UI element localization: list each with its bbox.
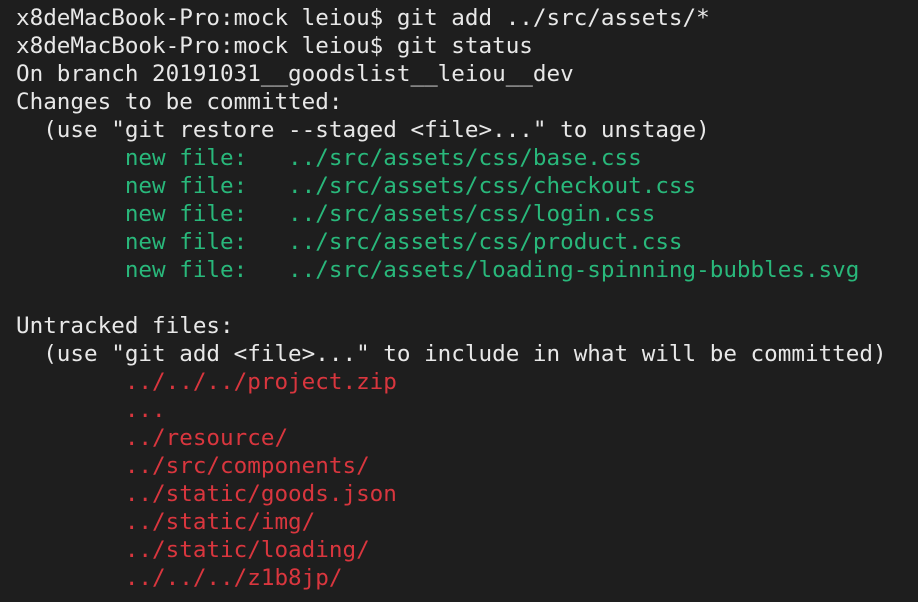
untracked-file-line: ... <box>16 397 166 423</box>
untracked-file-line: ../../../z1b8jp/ <box>16 565 343 591</box>
terminal-window[interactable]: x8deMacBook-Pro:mock leiou$ git add ../s… <box>0 0 918 602</box>
command-line: x8deMacBook-Pro:mock leiou$ git status <box>16 33 533 59</box>
untracked-file-line: ../../../project.zip <box>16 369 397 395</box>
untracked-file-line: ../static/img/ <box>16 509 316 535</box>
staged-file-line: new file: ../src/assets/css/base.css <box>16 145 642 171</box>
staged-file-line: new file: ../src/assets/css/checkout.css <box>16 173 697 199</box>
staged-file-line: new file: ../src/assets/css/login.css <box>16 201 656 227</box>
staged-file-line: new file: ../src/assets/css/product.css <box>16 229 683 255</box>
untracked-file-line: ../src/components/ <box>16 453 370 479</box>
untracked-header: Untracked files: <box>16 313 234 339</box>
staged-hint: (use "git restore --staged <file>..." to… <box>16 117 710 143</box>
command-line: x8deMacBook-Pro:mock leiou$ git add ../s… <box>16 5 710 31</box>
untracked-file-line: ../static/loading/ <box>16 537 370 563</box>
untracked-file-line: ../resource/ <box>16 425 289 451</box>
untracked-file-line: ../static/goods.json <box>16 481 397 507</box>
staged-header: Changes to be committed: <box>16 89 343 115</box>
staged-file-line: new file: ../src/assets/loading-spinning… <box>16 257 860 283</box>
branch-line: On branch 20191031__goodslist__leiou__de… <box>16 61 574 87</box>
untracked-hint: (use "git add <file>..." to include in w… <box>16 341 887 367</box>
